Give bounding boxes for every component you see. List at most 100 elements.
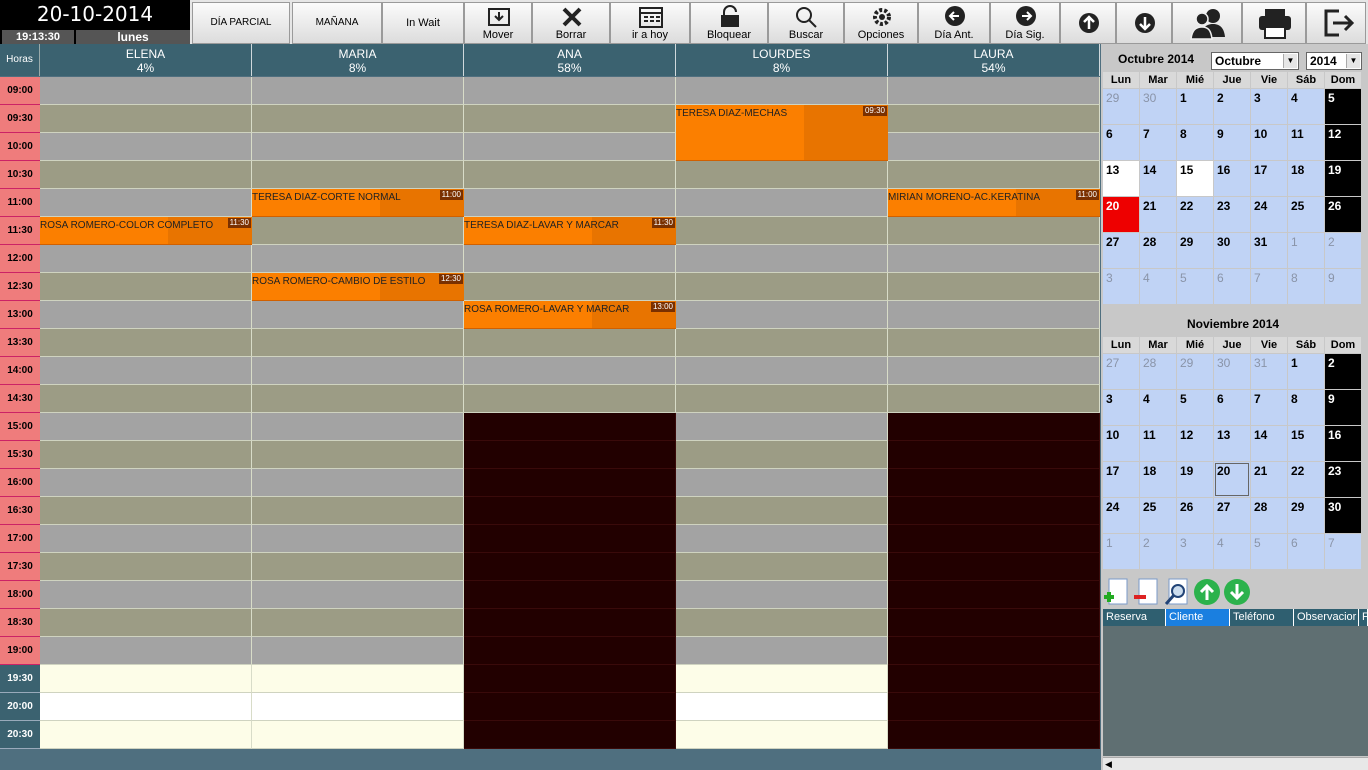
list-scrollbar[interactable]: ◀ bbox=[1103, 757, 1368, 770]
time-slot[interactable] bbox=[40, 245, 252, 273]
calendar-day[interactable]: 27 bbox=[1214, 498, 1250, 533]
calendar-day[interactable]: 3 bbox=[1103, 269, 1139, 304]
staff-header-elena[interactable]: ELENA 4% bbox=[40, 44, 252, 76]
calendar-day[interactable]: 7 bbox=[1251, 269, 1287, 304]
blocked-slot[interactable] bbox=[464, 693, 676, 721]
staff-header-ana[interactable]: ANA 58% bbox=[464, 44, 676, 76]
time-slot[interactable] bbox=[252, 553, 464, 581]
time-slot[interactable] bbox=[40, 385, 252, 413]
time-slot[interactable] bbox=[40, 469, 252, 497]
calendar-day[interactable]: 11 bbox=[1288, 125, 1324, 160]
time-slot[interactable] bbox=[888, 273, 1100, 301]
time-slot[interactable] bbox=[40, 77, 252, 105]
time-slot[interactable] bbox=[40, 413, 252, 441]
time-slot[interactable] bbox=[40, 693, 252, 721]
time-slot[interactable] bbox=[40, 301, 252, 329]
time-slot[interactable] bbox=[40, 133, 252, 161]
time-slot[interactable] bbox=[40, 525, 252, 553]
calendar-day[interactable]: 1 bbox=[1288, 233, 1324, 268]
blocked-slot[interactable] bbox=[464, 441, 676, 469]
blocked-slot[interactable] bbox=[888, 413, 1100, 441]
time-slot[interactable] bbox=[676, 693, 888, 721]
time-slot[interactable] bbox=[676, 329, 888, 357]
time-slot[interactable] bbox=[676, 553, 888, 581]
calendar-day[interactable]: 2 bbox=[1325, 233, 1361, 268]
time-slot[interactable] bbox=[676, 273, 888, 301]
time-slot[interactable] bbox=[888, 105, 1100, 133]
appointment-block[interactable]: MIRIAN MORENO-AC.KERATINA 11:00 bbox=[888, 189, 1100, 217]
list-column-observaciones[interactable]: Observacior bbox=[1294, 609, 1359, 626]
appointment-block[interactable]: ROSA ROMERO-COLOR COMPLETO 11:30 bbox=[40, 217, 252, 245]
year-select[interactable]: 2014 ▼ bbox=[1306, 52, 1362, 70]
move-button[interactable]: Mover bbox=[464, 2, 532, 44]
calendar-day[interactable]: 5 bbox=[1177, 390, 1213, 425]
add-reservation-button[interactable] bbox=[1103, 577, 1131, 607]
time-slot[interactable] bbox=[676, 217, 888, 245]
calendar-day[interactable]: 30 bbox=[1214, 233, 1250, 268]
time-slot[interactable] bbox=[676, 77, 888, 105]
calendar-day[interactable]: 3 bbox=[1251, 89, 1287, 124]
calendar-day[interactable]: 6 bbox=[1214, 390, 1250, 425]
calendar-day[interactable]: 7 bbox=[1140, 125, 1176, 160]
calendar-day[interactable]: 17 bbox=[1251, 161, 1287, 196]
blocked-slot[interactable] bbox=[888, 721, 1100, 749]
calendar-day[interactable]: 2 bbox=[1325, 354, 1361, 389]
reservation-list[interactable] bbox=[1103, 626, 1368, 756]
blocked-slot[interactable] bbox=[888, 553, 1100, 581]
time-slot[interactable] bbox=[464, 133, 676, 161]
time-slot[interactable] bbox=[676, 385, 888, 413]
calendar-day[interactable]: 12 bbox=[1177, 426, 1213, 461]
exit-button[interactable] bbox=[1306, 2, 1366, 44]
time-slot[interactable] bbox=[252, 77, 464, 105]
blocked-slot[interactable] bbox=[888, 469, 1100, 497]
calendar-day[interactable]: 5 bbox=[1325, 89, 1361, 124]
list-column-telefono[interactable]: Teléfono bbox=[1230, 609, 1294, 626]
go-today-button[interactable]: ir a hoy bbox=[610, 2, 690, 44]
time-slot[interactable] bbox=[252, 525, 464, 553]
time-slot[interactable] bbox=[40, 721, 252, 749]
calendar-day[interactable]: 20 bbox=[1214, 462, 1250, 497]
time-slot[interactable] bbox=[40, 273, 252, 301]
calendar-day[interactable]: 24 bbox=[1103, 498, 1139, 533]
time-slot[interactable] bbox=[676, 301, 888, 329]
time-slot[interactable] bbox=[464, 105, 676, 133]
time-slot[interactable] bbox=[40, 329, 252, 357]
lock-button[interactable]: Bloquear bbox=[690, 2, 768, 44]
calendar-day[interactable]: 9 bbox=[1325, 390, 1361, 425]
time-slot[interactable] bbox=[40, 497, 252, 525]
time-slot[interactable] bbox=[676, 469, 888, 497]
time-slot[interactable] bbox=[888, 161, 1100, 189]
blocked-slot[interactable] bbox=[464, 497, 676, 525]
time-slot[interactable] bbox=[252, 441, 464, 469]
calendar-day[interactable]: 3 bbox=[1177, 534, 1213, 569]
delete-button[interactable]: Borrar bbox=[532, 2, 610, 44]
tomorrow-button[interactable]: MAÑANA bbox=[292, 2, 382, 44]
blocked-slot[interactable] bbox=[888, 693, 1100, 721]
appointment-block[interactable]: TERESA DIAZ-MECHAS 09:30 bbox=[676, 105, 888, 161]
scroll-down-button[interactable] bbox=[1116, 2, 1172, 44]
calendar-day[interactable]: 15 bbox=[1177, 161, 1213, 196]
calendar-day[interactable]: 28 bbox=[1251, 498, 1287, 533]
calendar-day[interactable]: 15 bbox=[1288, 426, 1324, 461]
appointment-block[interactable]: TERESA DIAZ-CORTE NORMAL 11:00 bbox=[252, 189, 464, 217]
calendar-day[interactable]: 1 bbox=[1288, 354, 1324, 389]
calendar-day[interactable]: 14 bbox=[1251, 426, 1287, 461]
calendar-day[interactable]: 27 bbox=[1103, 354, 1139, 389]
time-slot[interactable] bbox=[40, 637, 252, 665]
calendar-day[interactable]: 16 bbox=[1325, 426, 1361, 461]
calendar-day[interactable]: 8 bbox=[1288, 269, 1324, 304]
next-day-button[interactable]: Día Sig. bbox=[990, 2, 1060, 44]
time-slot[interactable] bbox=[40, 357, 252, 385]
time-slot[interactable] bbox=[40, 609, 252, 637]
blocked-slot[interactable] bbox=[888, 525, 1100, 553]
move-down-button[interactable] bbox=[1223, 577, 1251, 607]
calendar-day[interactable]: 18 bbox=[1288, 161, 1324, 196]
calendar-day[interactable]: 25 bbox=[1288, 197, 1324, 232]
previous-day-button[interactable]: Día Ant. bbox=[918, 2, 990, 44]
calendar-day[interactable]: 29 bbox=[1103, 89, 1139, 124]
calendar-day[interactable]: 7 bbox=[1325, 534, 1361, 569]
time-slot[interactable] bbox=[252, 217, 464, 245]
appointment-block[interactable]: ROSA ROMERO-CAMBIO DE ESTILO 12:30 bbox=[252, 273, 464, 301]
appointment-block[interactable]: ROSA ROMERO-LAVAR Y MARCAR 13:00 bbox=[464, 301, 676, 329]
time-slot[interactable] bbox=[252, 413, 464, 441]
